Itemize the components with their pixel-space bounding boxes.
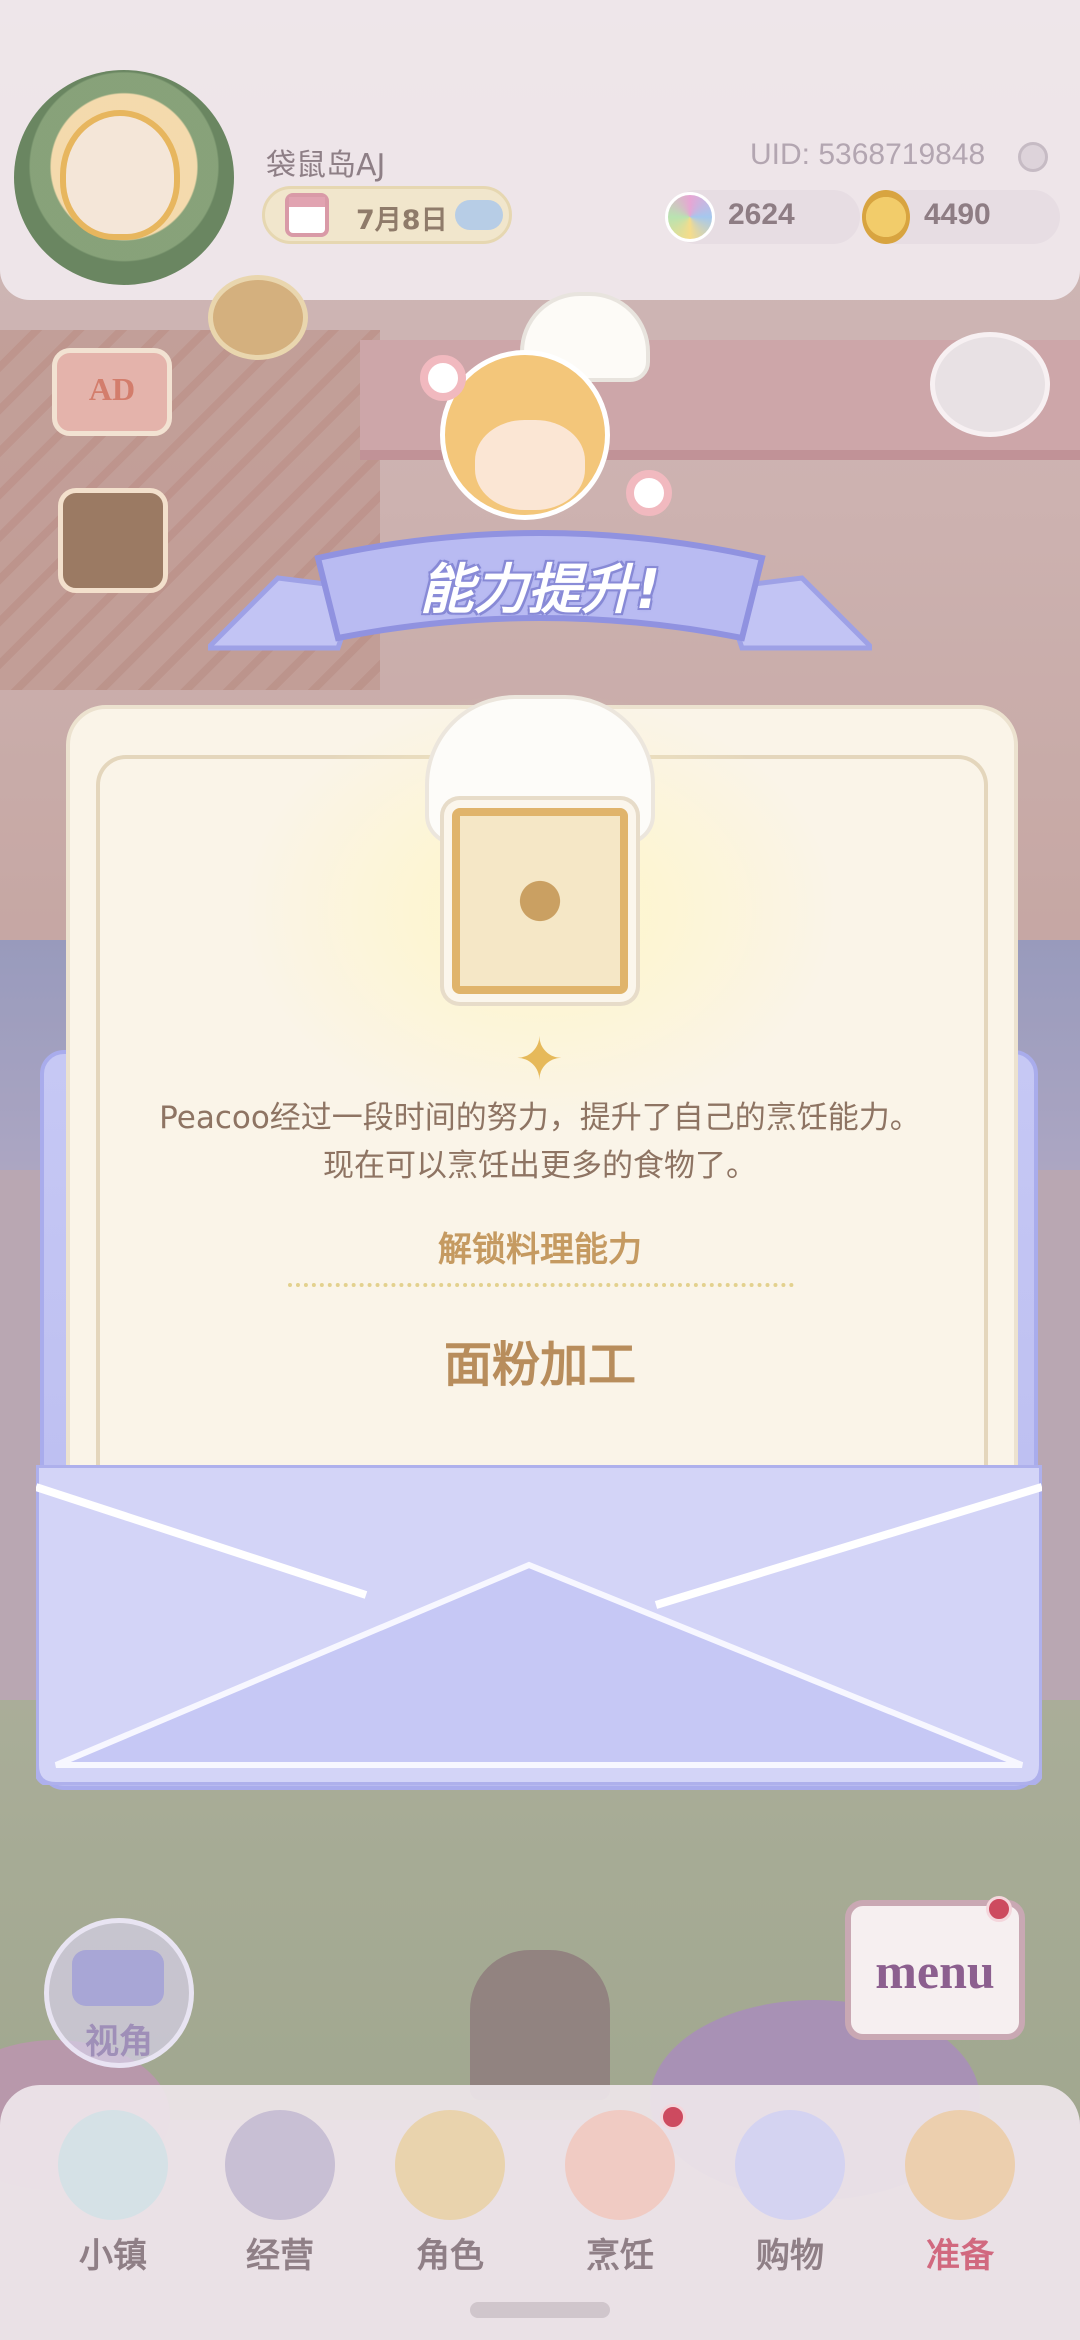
unlock-label: 解锁料理能力 (438, 1230, 642, 1270)
nav-item-cooking[interactable]: 烹饪 (545, 2110, 695, 2300)
ad-label: AD (88, 371, 136, 407)
flower-icon (626, 470, 672, 516)
skill-card (452, 808, 628, 994)
dotted-divider (288, 1283, 794, 1287)
cooking-icon (565, 2110, 675, 2220)
raccoon-chat-icon[interactable] (930, 332, 1050, 437)
gem-count: 2624 (728, 198, 795, 231)
nav-item-business[interactable]: 经营 (205, 2110, 355, 2300)
player-uid: UID: 5368719848 (750, 138, 986, 171)
view-angle-label: 视角 (85, 2022, 153, 2062)
locked-hat-icon (225, 2110, 335, 2220)
sparkle-icon: ✦ (515, 1025, 564, 1093)
gem-icon (665, 192, 715, 242)
character-icon (395, 2110, 505, 2220)
coin-icon (862, 190, 910, 244)
character-portrait-icon[interactable] (208, 275, 308, 360)
skill-name: 面粉加工 (443, 1337, 636, 1393)
copy-icon[interactable] (1018, 142, 1048, 172)
player-name: 袋鼠岛AJ (266, 148, 386, 183)
nav-label: 准备 (926, 2236, 994, 2276)
map-icon (58, 2110, 168, 2220)
weather-cloud-icon (455, 200, 503, 230)
description-line-2: 现在可以烹饪出更多的食物了。 (323, 1148, 757, 1184)
nav-item-character[interactable]: 角色 (375, 2110, 525, 2300)
envelope-front[interactable] (33, 1462, 1045, 1788)
nav-item-prepare[interactable]: 准备 (885, 2110, 1035, 2300)
treasure-chest-icon[interactable] (58, 488, 168, 593)
dialog-title: 能力提升! (419, 558, 661, 621)
nav-item-shopping[interactable]: 购物 (715, 2110, 865, 2300)
nav-label: 角色 (416, 2236, 484, 2276)
home-indicator (470, 2302, 610, 2318)
coin-count: 4490 (924, 198, 991, 231)
nav-label: 烹饪 (586, 2236, 654, 2276)
calendar-icon (285, 193, 329, 237)
chef-emblem-icon (500, 861, 580, 941)
nav-label: 购物 (756, 2236, 824, 2276)
camera-icon (72, 1950, 164, 2006)
nav-item-town[interactable]: 小镇 (38, 2110, 188, 2300)
basket-icon (905, 2110, 1015, 2220)
menu-label: menu (875, 1943, 995, 1999)
shopping-bag-icon (735, 2110, 845, 2220)
description-line-1: Peacoo经过一段时间的努力，提升了自己的烹饪能力。 (159, 1100, 921, 1136)
nav-label: 经营 (246, 2236, 314, 2276)
ad-button[interactable]: AD (52, 348, 172, 436)
flower-icon (420, 355, 466, 401)
notification-dot (986, 1896, 1012, 1922)
date-text: 7月8日 (356, 205, 448, 236)
nav-label: 小镇 (79, 2236, 147, 2276)
envelope-flaps (33, 1462, 1045, 1788)
avatar[interactable] (60, 110, 180, 240)
character-face (475, 420, 585, 510)
notification-dot (660, 2104, 686, 2130)
